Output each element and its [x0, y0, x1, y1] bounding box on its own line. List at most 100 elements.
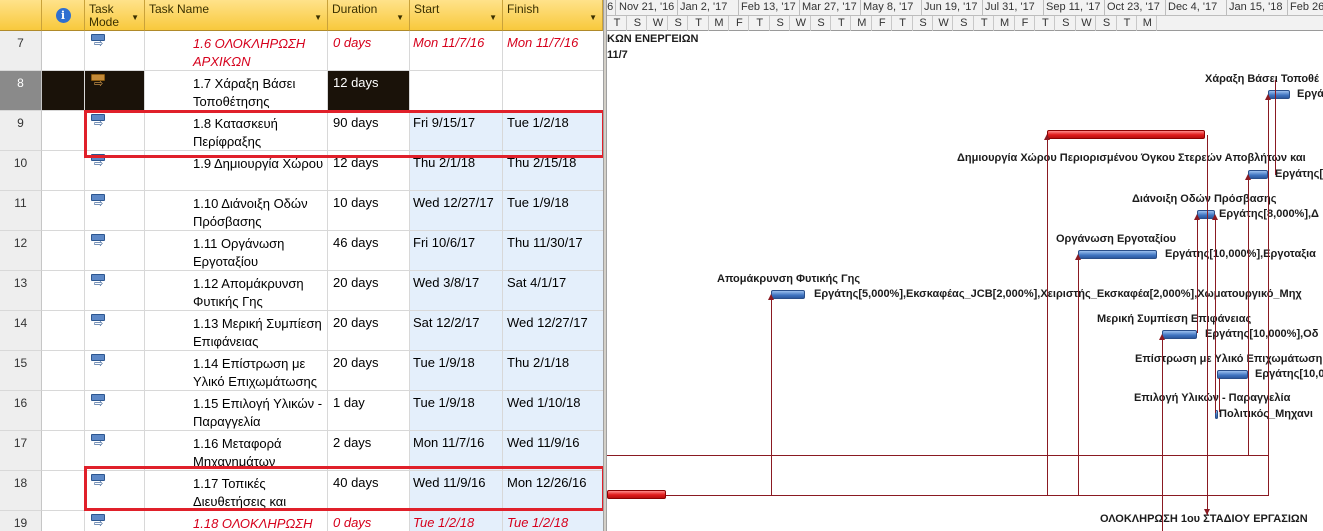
row-finish[interactable]: Sat 4/1/17: [503, 271, 603, 311]
header-task-mode[interactable]: Task Mode ▼: [85, 0, 145, 31]
row-finish[interactable]: Thu 2/1/18: [503, 351, 603, 391]
row-indicators[interactable]: [42, 511, 85, 531]
row-duration[interactable]: 12 days: [328, 71, 410, 111]
row-start[interactable]: Thu 2/15/18: [410, 71, 503, 111]
row-id[interactable]: 11: [0, 191, 42, 231]
chevron-down-icon[interactable]: ▼: [489, 11, 497, 24]
gantt-bar-charaxi[interactable]: [1268, 90, 1290, 99]
row-indicators[interactable]: [42, 391, 85, 431]
gantt-bar-epistrosi[interactable]: [1217, 370, 1248, 379]
row-finish[interactable]: Wed 1/10/18: [503, 391, 603, 431]
row-task-mode[interactable]: ⇨: [85, 191, 145, 231]
row-start[interactable]: Fri 10/6/17: [410, 231, 503, 271]
row-start[interactable]: Tue 1/2/18: [410, 511, 503, 531]
row-finish[interactable]: Tue 1/9/18: [503, 191, 603, 231]
row-task-mode[interactable]: ⇨: [85, 391, 145, 431]
row-task-mode[interactable]: ⇨: [85, 351, 145, 391]
row-task-name[interactable]: 1.15 Επιλογή Υλικών - Παραγγελία: [145, 391, 328, 431]
row-finish[interactable]: Tue 1/2/18: [503, 511, 603, 531]
chevron-down-icon[interactable]: ▼: [589, 11, 597, 24]
gantt-bar-organosi[interactable]: [1078, 250, 1157, 259]
row-id[interactable]: 10: [0, 151, 42, 191]
row-task-name[interactable]: 1.13 Μερική Συμπίεση Επιφάνειας: [145, 311, 328, 351]
table-row[interactable]: 8 ⇨ 1.7 Χάραξη Βάσει Τοποθέτησης 12 days Thu…: [0, 71, 603, 111]
chevron-down-icon[interactable]: ▼: [314, 11, 322, 24]
row-finish[interactable]: Thu 11/30/17: [503, 231, 603, 271]
row-task-name[interactable]: 1.11 Οργάνωση Εργοταξίου: [145, 231, 328, 271]
row-task-name[interactable]: 1.7 Χάραξη Βάσει Τοποθέτησης: [145, 71, 328, 111]
row-indicators[interactable]: [42, 191, 85, 231]
row-id[interactable]: 14: [0, 311, 42, 351]
row-task-mode[interactable]: ⇨: [85, 31, 145, 71]
table-row[interactable]: 14 ⇨ 1.13 Μερική Συμπίεση Επιφάνειας 20 day…: [0, 311, 603, 351]
table-row[interactable]: 11 ⇨ 1.10 Διάνοιξη Οδών Πρόσβασης 10 days We…: [0, 191, 603, 231]
row-start[interactable]: Wed 3/8/17: [410, 271, 503, 311]
header-indicators[interactable]: i: [42, 0, 85, 31]
table-row[interactable]: 12 ⇨ 1.11 Οργάνωση Εργοταξίου 46 days Fri 10…: [0, 231, 603, 271]
row-id[interactable]: 12: [0, 231, 42, 271]
table-row[interactable]: 7 ⇨ 1.6 ΟΛΟΚΛΗΡΩΣΗ ΑΡΧΙΚΩΝ ΕΝΕΡΓΕΙΩΝ0 days…: [0, 31, 603, 71]
row-start[interactable]: Mon 11/7/16: [410, 431, 503, 471]
gantt-bar-apomakrynsi[interactable]: [771, 290, 805, 299]
row-task-name[interactable]: 1.14 Επίστρωση με Υλικό Επιχωμάτωσης: [145, 351, 328, 391]
chevron-down-icon[interactable]: ▼: [396, 11, 404, 24]
row-task-mode[interactable]: ⇨: [85, 311, 145, 351]
row-indicators[interactable]: [42, 431, 85, 471]
row-finish[interactable]: Thu 3/1/18: [503, 71, 603, 111]
row-task-mode[interactable]: ⇨: [85, 431, 145, 471]
header-id[interactable]: [0, 0, 42, 31]
row-id[interactable]: 16: [0, 391, 42, 431]
row-indicators[interactable]: [42, 471, 85, 511]
row-id[interactable]: 7: [0, 31, 42, 71]
row-indicators[interactable]: [42, 231, 85, 271]
row-duration[interactable]: 1 day: [328, 391, 410, 431]
table-row[interactable]: 15 ⇨ 1.14 Επίστρωση με Υλικό Επιχωμάτωσης 2…: [0, 351, 603, 391]
row-duration[interactable]: 0 days: [328, 31, 410, 71]
row-duration[interactable]: 10 days: [328, 191, 410, 231]
gantt-bar-meriki[interactable]: [1162, 330, 1197, 339]
row-task-mode[interactable]: ⇨: [85, 511, 145, 531]
row-indicators[interactable]: [42, 31, 85, 71]
row-indicators[interactable]: [42, 71, 85, 111]
row-task-name[interactable]: 1.10 Διάνοιξη Οδών Πρόσβασης: [145, 191, 328, 231]
row-duration[interactable]: 46 days: [328, 231, 410, 271]
row-start[interactable]: Mon 11/7/16: [410, 31, 503, 71]
table-row[interactable]: 19 ⇨ 1.18 ΟΛΟΚΛΗΡΩΣΗ 0 days Tue 1/2/18 Tue 1/…: [0, 511, 603, 531]
row-id[interactable]: 9: [0, 111, 42, 151]
row-task-name[interactable]: 1.12 Απομάκρυνση Φυτικής Γης: [145, 271, 328, 311]
table-row[interactable]: 16 ⇨ 1.15 Επιλογή Υλικών - Παραγγελία 1 day…: [0, 391, 603, 431]
table-row[interactable]: 17 ⇨ 1.16 Μεταφορά Μηχανημάτων 2 days Mon 11…: [0, 431, 603, 471]
chevron-down-icon[interactable]: ▼: [131, 11, 139, 24]
row-duration[interactable]: 0 days: [328, 511, 410, 531]
row-finish[interactable]: Wed 12/27/17: [503, 311, 603, 351]
row-id[interactable]: 15: [0, 351, 42, 391]
row-id[interactable]: 8: [0, 71, 42, 111]
row-start[interactable]: Wed 12/27/17: [410, 191, 503, 231]
gantt-bar-perifraxi[interactable]: [1047, 130, 1205, 139]
row-duration[interactable]: 2 days: [328, 431, 410, 471]
row-indicators[interactable]: [42, 351, 85, 391]
header-duration[interactable]: Duration ▼: [328, 0, 410, 31]
row-start[interactable]: Tue 1/9/18: [410, 351, 503, 391]
row-finish[interactable]: Mon 11/7/16: [503, 31, 603, 71]
row-task-name[interactable]: 1.16 Μεταφορά Μηχανημάτων: [145, 431, 328, 471]
row-task-name[interactable]: 1.18 ΟΛΟΚΛΗΡΩΣΗ: [145, 511, 328, 531]
row-indicators[interactable]: [42, 151, 85, 191]
header-finish[interactable]: Finish ▼: [503, 0, 603, 31]
row-start[interactable]: Tue 1/9/18: [410, 391, 503, 431]
row-finish[interactable]: Wed 11/9/16: [503, 431, 603, 471]
row-task-mode[interactable]: ⇨: [85, 231, 145, 271]
row-task-mode[interactable]: ⇨: [85, 71, 145, 111]
row-start[interactable]: Sat 12/2/17: [410, 311, 503, 351]
row-task-name[interactable]: 1.6 ΟΛΟΚΛΗΡΩΣΗ ΑΡΧΙΚΩΝ ΕΝΕΡΓΕΙΩΝ: [145, 31, 328, 71]
row-duration[interactable]: 20 days: [328, 351, 410, 391]
row-indicators[interactable]: [42, 311, 85, 351]
row-duration[interactable]: 20 days: [328, 271, 410, 311]
header-start[interactable]: Start ▼: [410, 0, 503, 31]
gantt-bar-dimiourgia[interactable]: [1248, 170, 1268, 179]
row-indicators[interactable]: [42, 111, 85, 151]
row-id[interactable]: 18: [0, 471, 42, 511]
gantt-bar-topikes[interactable]: [607, 490, 666, 499]
row-id[interactable]: 19: [0, 511, 42, 531]
row-duration[interactable]: 20 days: [328, 311, 410, 351]
